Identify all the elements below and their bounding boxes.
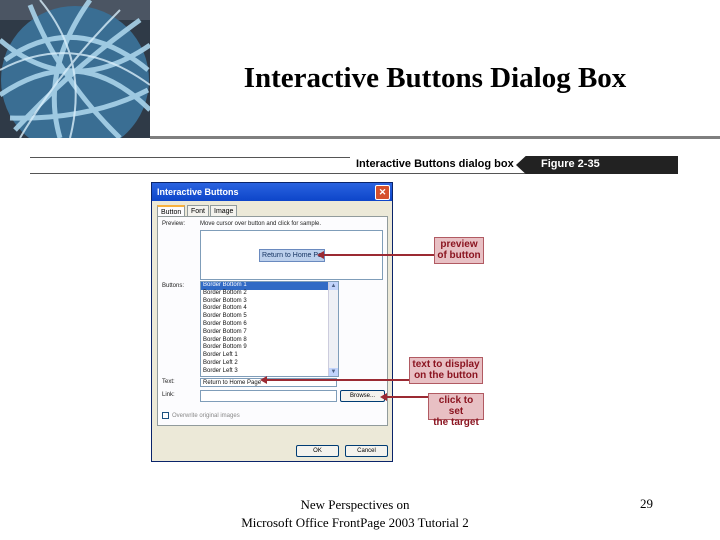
list-item[interactable]: Border Bottom 8 <box>201 337 338 345</box>
list-item[interactable]: Border Bottom 7 <box>201 329 338 337</box>
buttons-label: Buttons: <box>162 283 185 289</box>
title-divider <box>150 136 720 139</box>
list-scrollbar[interactable]: ▲ ▼ <box>328 282 338 376</box>
footer-line2: Microsoft Office FrontPage 2003 Tutorial… <box>241 515 469 530</box>
close-icon[interactable]: ✕ <box>375 185 390 200</box>
button-style-list: Border Bottom 1 Border Bottom 2 Border Bot… <box>201 282 338 376</box>
caption-rule-top <box>30 157 350 158</box>
overwrite-checkbox[interactable] <box>162 412 169 419</box>
page-number: 29 <box>640 496 653 511</box>
list-item[interactable]: Border Bottom 6 <box>201 321 338 329</box>
list-item[interactable]: Border Bottom 3 <box>201 298 338 306</box>
interactive-buttons-dialog: Interactive Buttons ✕ Button Font Image … <box>151 182 393 462</box>
list-item[interactable]: Border Bottom 5 <box>201 313 338 321</box>
link-callout: click to set the target <box>428 393 484 428</box>
text-callout-line2: on the button <box>414 370 478 381</box>
dialog-title: Interactive Buttons <box>157 187 239 197</box>
list-item[interactable]: Border Bottom 1 <box>201 282 338 290</box>
buttons-listbox[interactable]: Border Bottom 1 Border Bottom 2 Border Bot… <box>200 281 339 377</box>
list-item[interactable]: Border Bottom 9 <box>201 344 338 352</box>
text-arrow-head <box>260 376 267 384</box>
cancel-button[interactable]: Cancel <box>345 445 388 457</box>
footer-line1: New Perspectives on <box>300 497 410 512</box>
preview-callout-line2: of button <box>437 250 481 261</box>
link-input[interactable] <box>200 390 337 402</box>
list-item[interactable]: Border Bottom 4 <box>201 305 338 313</box>
list-item[interactable]: Border Left 3 <box>201 368 338 376</box>
list-item[interactable]: Border Left 1 <box>201 352 338 360</box>
scroll-down-icon[interactable]: ▼ <box>329 368 338 376</box>
link-callout-line2: the target <box>433 417 479 428</box>
preview-callout: preview of button <box>434 237 484 264</box>
link-label: Link: <box>162 392 175 398</box>
scroll-up-icon[interactable]: ▲ <box>329 282 338 290</box>
overwrite-label: Overwrite original images <box>172 413 240 419</box>
preview-callout-line1: preview <box>440 239 478 250</box>
preview-arrow <box>322 254 434 256</box>
tab-font[interactable]: Font <box>187 205 210 216</box>
link-callout-line1: click to set <box>438 395 474 417</box>
list-item[interactable]: Border Bottom 2 <box>201 290 338 298</box>
text-arrow <box>265 379 410 381</box>
link-arrow-head <box>380 393 387 401</box>
globe-image <box>0 0 150 138</box>
figure-caption: Interactive Buttons dialog box <box>356 158 514 170</box>
dialog-title-bar: Interactive Buttons ✕ <box>152 183 392 201</box>
browse-button[interactable]: Browse... <box>340 390 385 402</box>
text-callout: text to display on the button <box>409 357 483 384</box>
preview-arrow-head <box>317 251 324 259</box>
text-label: Text: <box>162 379 175 385</box>
tab-image[interactable]: Image <box>210 205 238 216</box>
slide-title: Interactive Buttons Dialog Box <box>243 62 627 94</box>
preview-hint: Move cursor over button and click for sa… <box>200 221 322 227</box>
preview-label: Preview: <box>162 221 186 227</box>
list-item[interactable]: Border Left 2 <box>201 360 338 368</box>
link-arrow <box>385 396 429 398</box>
slide-footer: New Perspectives on Microsoft Office Fro… <box>220 496 490 532</box>
preview-button[interactable]: Return to Home Pa <box>259 249 325 262</box>
tab-panel-button: Preview: Move cursor over button and cli… <box>157 216 388 426</box>
ok-button[interactable]: OK <box>296 445 339 457</box>
text-callout-line1: text to display <box>412 359 480 370</box>
figure-label: Figure 2-35 <box>541 158 600 170</box>
